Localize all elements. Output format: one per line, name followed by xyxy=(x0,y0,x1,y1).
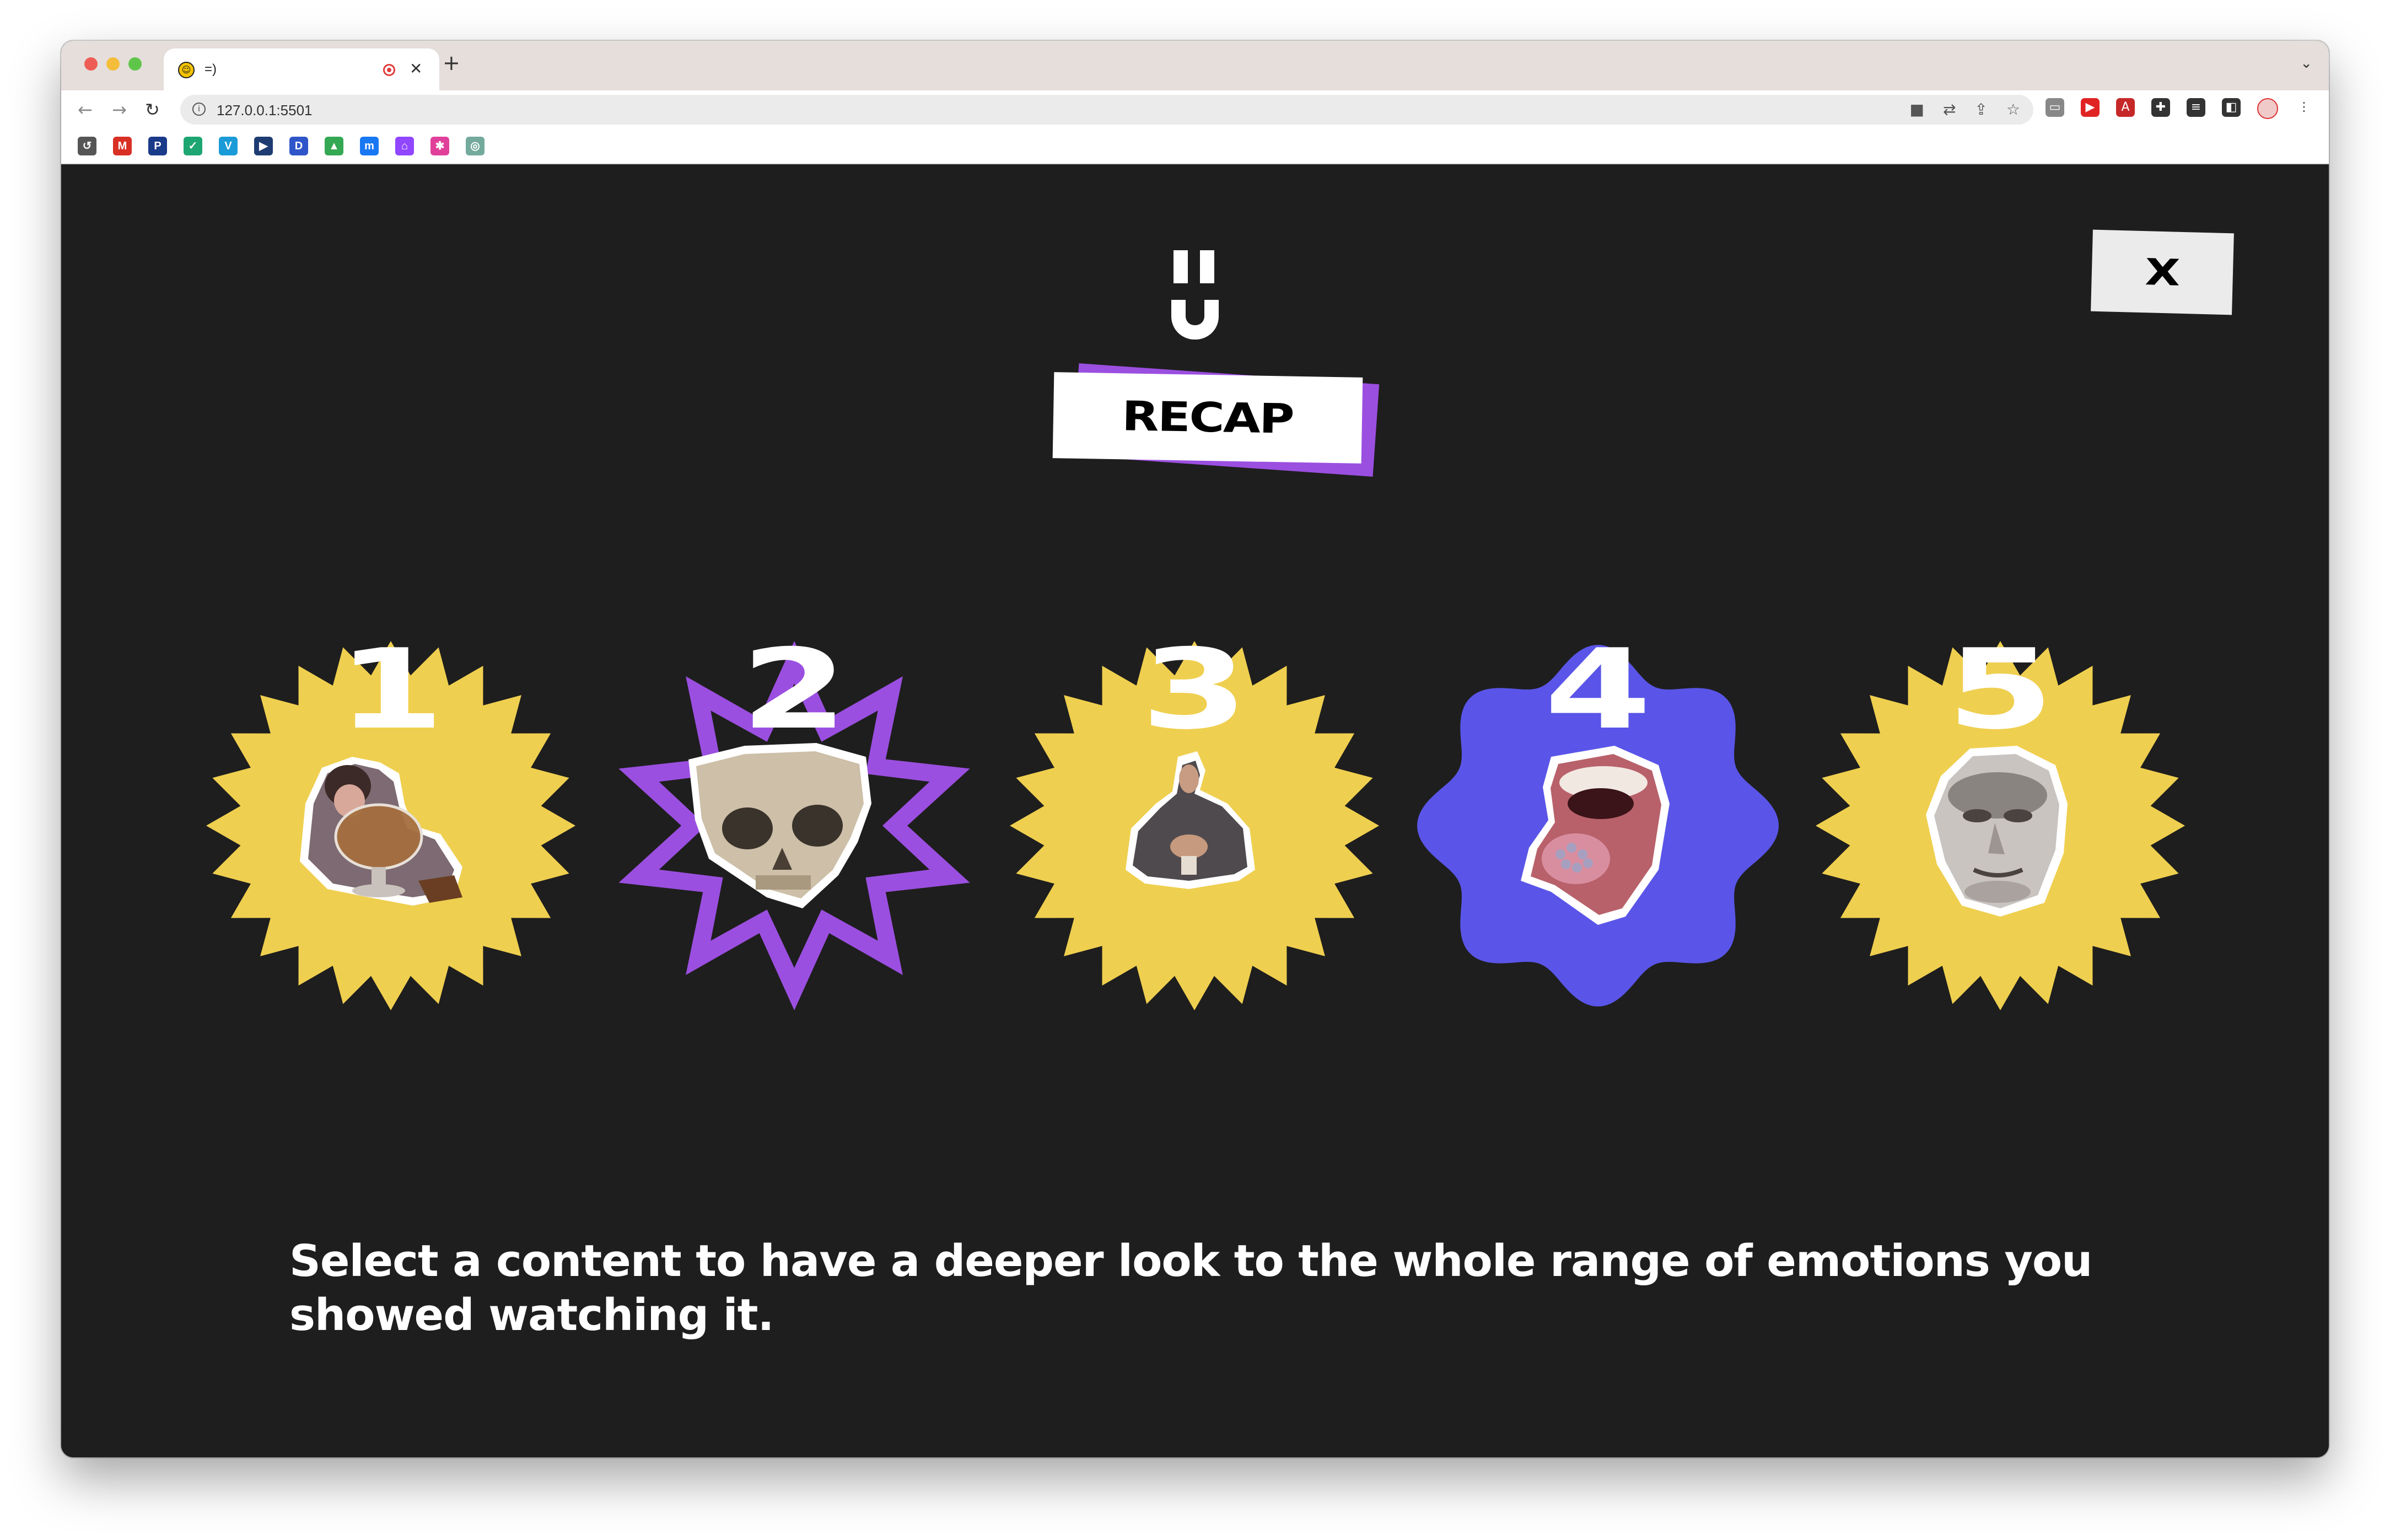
browser-tab[interactable]: ☺ =) ✕ xyxy=(164,49,439,90)
page-title: RECAP xyxy=(1121,392,1294,443)
smiley-icon: ☺ xyxy=(178,62,195,78)
share-icon[interactable]: ⇪ xyxy=(1974,100,1987,119)
address-bar[interactable]: i 127.0.0.1:5501 ■ ⇄ ⇪ ☆ xyxy=(180,95,2033,125)
pl-bookmark-icon[interactable]: P xyxy=(148,137,167,155)
translate-icon[interactable]: ⇄ xyxy=(1943,100,1956,119)
reload-button[interactable]: ↻ xyxy=(145,99,160,120)
content-badge-3[interactable]: 3 xyxy=(1007,635,1382,1013)
profile-avatar[interactable] xyxy=(2257,98,2278,119)
minimize-window-button[interactable] xyxy=(106,57,120,71)
camera-icon[interactable]: ■ xyxy=(1909,100,1924,119)
play-bookmark-icon[interactable]: ▶ xyxy=(254,137,273,155)
history-bookmark-icon[interactable]: ↺ xyxy=(78,137,96,155)
gpt-bookmark-icon[interactable]: ◎ xyxy=(466,137,485,155)
forward-button[interactable]: → xyxy=(112,99,127,120)
content-badge-1[interactable]: 1 xyxy=(203,635,578,1013)
check-bookmark-icon[interactable]: ✓ xyxy=(184,137,202,155)
cast-icon[interactable]: ▭ xyxy=(2046,98,2064,117)
pink-bookmark-icon[interactable]: ✱ xyxy=(430,137,449,155)
browser-toolbar: ← → ↻ i 127.0.0.1:5501 ■ ⇄ ⇪ ☆ ▭ ▶ A ✚ ≡ ◧ ⋮ xyxy=(61,90,2329,129)
close-button[interactable]: X xyxy=(2091,229,2234,315)
new-tab-button[interactable]: + xyxy=(443,51,460,75)
close-tab-icon[interactable]: ✕ xyxy=(410,60,422,78)
close-window-button[interactable] xyxy=(84,57,98,71)
browser-menu-icon[interactable]: ⋮ xyxy=(2295,98,2313,117)
recap-page: RECAP X 1 2 3 4 5 Select a content to ha… xyxy=(61,164,2329,1457)
tab-title: =) xyxy=(204,62,217,77)
content-badge-4[interactable]: 4 xyxy=(1411,635,1785,1013)
youtube-icon[interactable]: ▶ xyxy=(2081,98,2100,117)
twitch-bookmark-icon[interactable]: ⌂ xyxy=(395,137,414,155)
m-bookmark-icon[interactable]: m xyxy=(360,137,379,155)
content-badge-2[interactable]: 2 xyxy=(607,635,982,1013)
d-bookmark-icon[interactable]: D xyxy=(289,137,308,155)
puzzle-icon[interactable]: ✚ xyxy=(2151,98,2170,117)
reading-list-icon[interactable]: ≡ xyxy=(2187,98,2205,117)
browser-window: ☺ =) ✕ + ⌄ ← → ↻ i 127.0.0.1:5501 ■ ⇄ ⇪ … xyxy=(61,41,2329,1457)
pdf-icon[interactable]: A xyxy=(2116,98,2135,117)
url-text[interactable]: 127.0.0.1:5501 xyxy=(217,102,313,119)
close-icon: X xyxy=(2144,250,2181,294)
tab-strip: ☺ =) ✕ + ⌄ xyxy=(61,41,2329,90)
smiley-logo-icon xyxy=(1168,250,1223,341)
recap-title-sticker: RECAP xyxy=(1052,354,1395,486)
maximize-window-button[interactable] xyxy=(128,57,142,71)
drive-bookmark-icon[interactable]: ▲ xyxy=(325,137,343,155)
recording-indicator-icon xyxy=(383,64,395,76)
back-button[interactable]: ← xyxy=(78,99,93,120)
site-info-icon[interactable]: i xyxy=(192,103,206,116)
instruction-caption: Select a content to have a deeper look t… xyxy=(289,1236,2092,1340)
v-bookmark-icon[interactable]: V xyxy=(219,137,238,155)
star-icon[interactable]: ☆ xyxy=(2006,100,2020,119)
tab-search-chevron-icon[interactable]: ⌄ xyxy=(2300,55,2312,72)
content-badge-5[interactable]: 5 xyxy=(1813,635,2188,1013)
gmail-bookmark-icon[interactable]: M xyxy=(113,137,132,155)
bookmarks-bar: ↺ M P ✓ V ▶ D ▲ m ⌂ ✱ ◎ xyxy=(61,129,2329,164)
content-number: 5 xyxy=(1946,626,2054,754)
side-panel-icon[interactable]: ◧ xyxy=(2222,98,2241,117)
